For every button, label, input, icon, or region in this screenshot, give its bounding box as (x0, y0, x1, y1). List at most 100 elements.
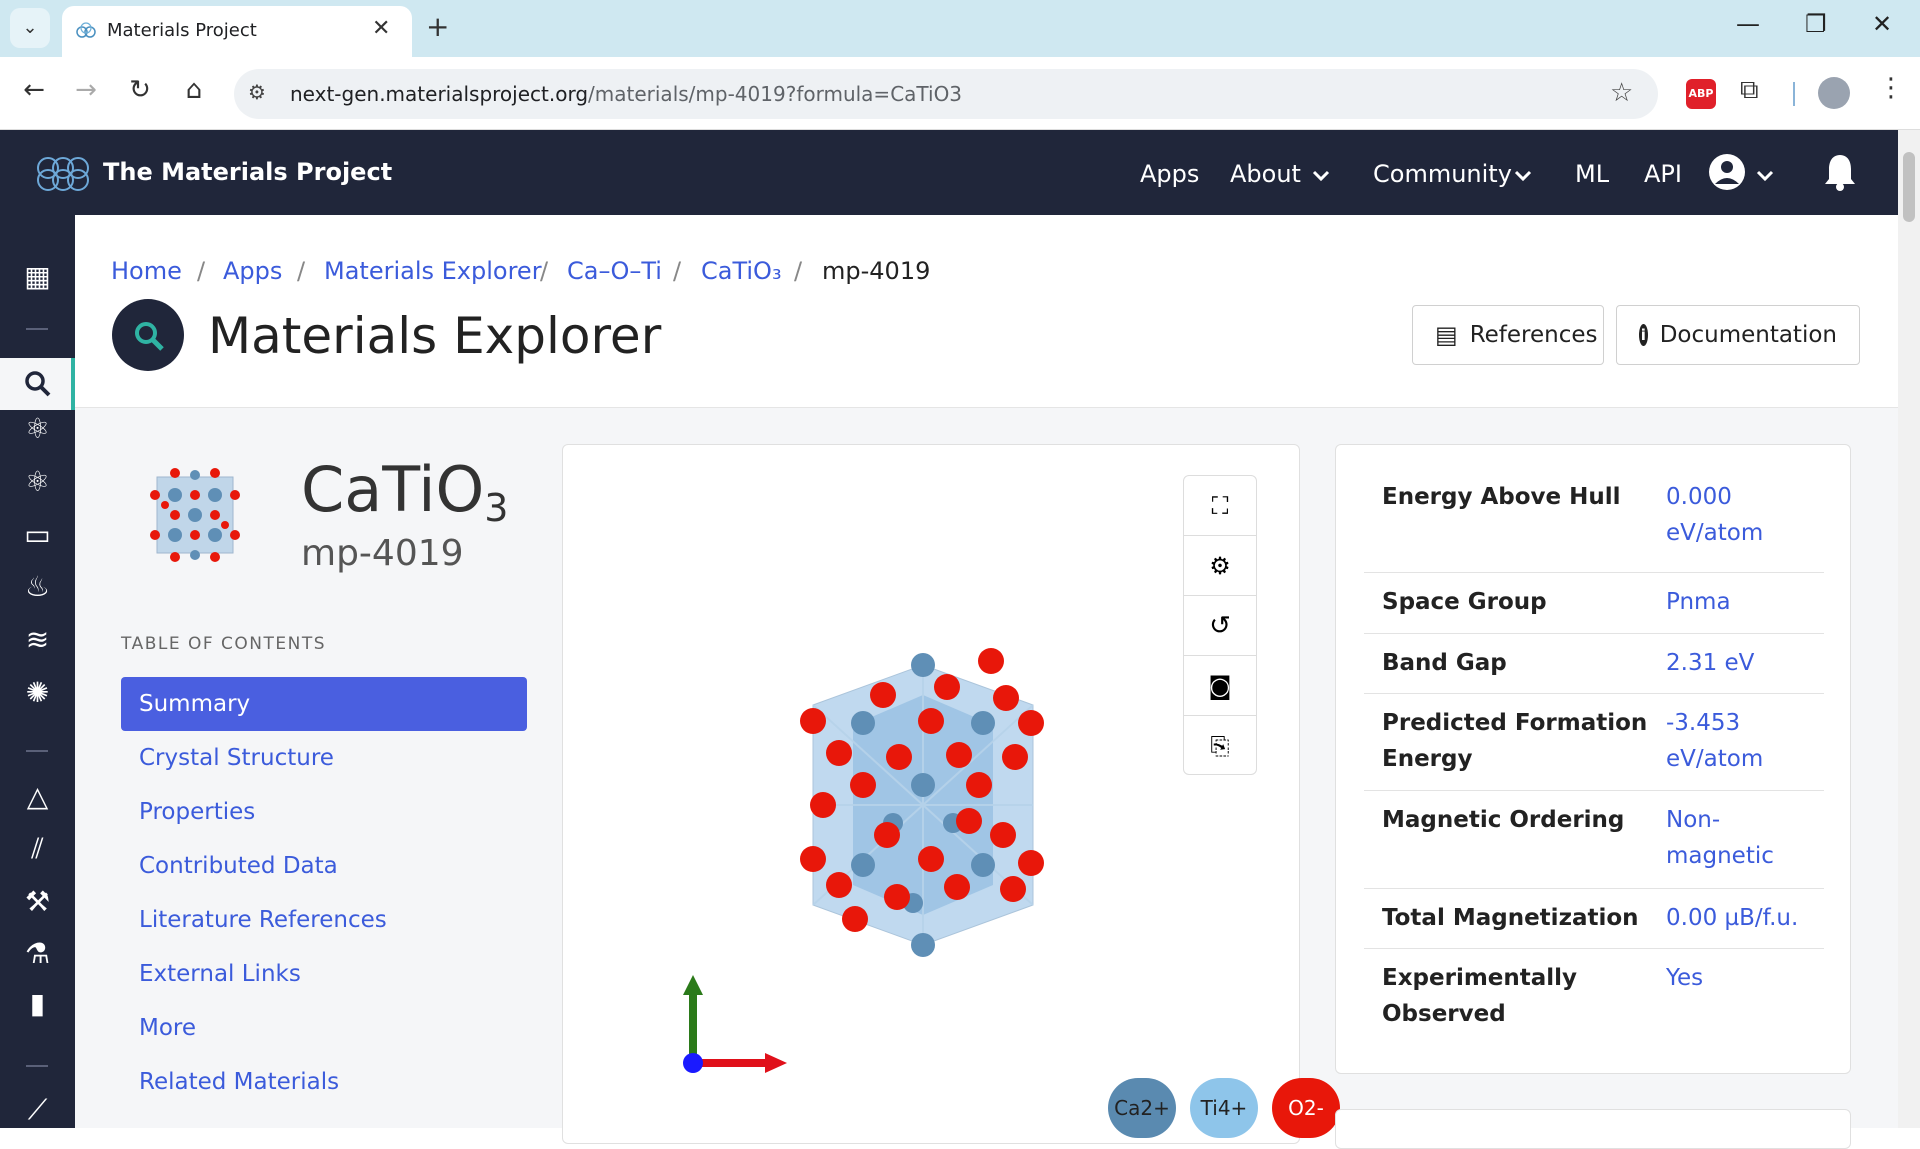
breadcrumb-formula[interactable]: CaTiO₃ (701, 257, 782, 285)
materials-explorer-badge (112, 299, 184, 371)
user-account-icon[interactable] (1708, 153, 1746, 191)
camera-icon: ◙ (1208, 671, 1232, 700)
scrollbar-thumb[interactable] (1903, 152, 1915, 222)
formula-main: CaTiO (301, 453, 485, 526)
toc-item-literature-references[interactable]: Literature References (121, 893, 527, 947)
documentation-button[interactable]: i Documentation (1616, 305, 1860, 365)
browser-tab-strip: ⌄ Materials Project ✕ + — ❐ ✕ (0, 0, 1920, 57)
toc-item-summary[interactable]: Summary (121, 677, 527, 731)
formula-subscript: 3 (484, 486, 509, 530)
address-bar[interactable]: ⚙ next-gen.materialsproject.org/material… (234, 69, 1658, 119)
references-button-label: References (1469, 322, 1598, 348)
toolbar-divider (1793, 82, 1795, 106)
toc-item-contributed-data[interactable]: Contributed Data (121, 839, 527, 893)
phase-diagram-icon[interactable]: △ (0, 780, 75, 813)
site-title[interactable]: The Materials Project (103, 158, 392, 186)
screenshot-button[interactable]: ◙ (1184, 656, 1256, 716)
toc-item-related-materials[interactable]: Related Materials (121, 1055, 527, 1109)
property-label: Magnetic Ordering (1382, 807, 1625, 833)
docs-panel-icon[interactable]: ▮ (0, 987, 75, 1020)
material-id: mp-4019 (301, 533, 464, 574)
documentation-button-label: Documentation (1659, 322, 1837, 348)
structure-icon[interactable]: ⚛ (0, 465, 75, 498)
notifications-bell-icon[interactable] (1822, 152, 1858, 192)
minimize-icon[interactable]: — (1736, 10, 1760, 38)
nav-about[interactable]: About (1230, 160, 1301, 188)
sidebar-item-materials-explorer[interactable] (0, 358, 75, 410)
page-title: Materials Explorer (208, 307, 662, 365)
close-tab-icon[interactable]: ✕ (372, 16, 390, 41)
toc-item-properties[interactable]: Properties (121, 785, 527, 839)
property-label: Total Magnetization (1382, 905, 1639, 931)
nav-apps[interactable]: Apps (1140, 160, 1199, 188)
property-value[interactable]: 2.31 eV (1666, 645, 1826, 681)
page-scrollbar[interactable] (1898, 130, 1920, 1128)
legend-o: O2- (1272, 1078, 1340, 1138)
catalyst-icon[interactable]: ♨ (0, 570, 75, 603)
secondary-card (1335, 1109, 1851, 1149)
breadcrumb-materials-explorer[interactable]: Materials Explorer (324, 257, 542, 285)
search-icon (25, 371, 51, 397)
fullscreen-button[interactable]: ⛶ (1184, 476, 1256, 536)
molecule-icon[interactable]: ⚛ (0, 412, 75, 445)
back-icon[interactable]: ← (16, 75, 52, 105)
export-button[interactable]: ⎘ (1184, 716, 1256, 776)
property-label: Predicted Formation Energy (1382, 710, 1648, 772)
breadcrumb-apps[interactable]: Apps (223, 257, 282, 285)
settings-button[interactable]: ⚙ (1184, 536, 1256, 596)
browser-tab[interactable]: Materials Project ✕ (62, 6, 412, 57)
nav-api[interactable]: API (1644, 160, 1682, 188)
chart-icon[interactable]: ⟋ (0, 1093, 75, 1127)
breadcrumb-separator: / (540, 257, 549, 285)
property-value[interactable]: Yes (1666, 960, 1826, 996)
property-value[interactable]: Pnma (1666, 584, 1826, 620)
toc-item-external-links[interactable]: External Links (121, 947, 527, 1001)
url-path: /materials/mp-4019?formula=CaTiO3 (588, 82, 963, 106)
forward-icon[interactable]: → (68, 75, 104, 105)
page-header: Home / Apps / Materials Explorer / Ca–O–… (75, 215, 1898, 408)
flask-icon[interactable]: ⚗ (0, 937, 75, 970)
home-icon[interactable]: ⌂ (176, 75, 212, 105)
battery-icon[interactable]: ▭ (0, 518, 75, 551)
reload-icon[interactable]: ↻ (122, 75, 158, 105)
toc-item-more[interactable]: More (121, 1001, 527, 1055)
property-label: Experimentally Observed (1382, 965, 1578, 1027)
extensions-icon[interactable]: ⧉ (1740, 75, 1759, 106)
restore-icon[interactable]: ❐ (1805, 10, 1827, 38)
undo-icon: ↺ (1209, 610, 1231, 641)
toc-item-crystal-structure[interactable]: Crystal Structure (121, 731, 527, 785)
property-value[interactable]: 0.00 µB/f.u. (1666, 900, 1846, 936)
crystal-structure-viewer[interactable]: ⛶ ⚙ ↺ ◙ ⎘ (562, 444, 1300, 1144)
breadcrumb-chemsys[interactable]: Ca–O–Ti (567, 257, 662, 285)
reset-view-button[interactable]: ↺ (1184, 596, 1256, 656)
property-value[interactable]: -3.453 eV/atom (1666, 705, 1826, 777)
browser-menu-icon[interactable]: ⋮ (1878, 73, 1904, 103)
new-tab-icon[interactable]: + (426, 10, 449, 43)
chevron-down-icon[interactable] (1756, 170, 1774, 182)
material-formula: CaTiO3 (301, 453, 508, 530)
breadcrumb-home[interactable]: Home (111, 257, 182, 285)
adblock-extension-icon[interactable]: ABP (1686, 79, 1716, 109)
property-value[interactable]: 0.000 eV/atom (1666, 479, 1826, 551)
references-button[interactable]: ▤ References (1412, 305, 1604, 365)
pourbaix-icon[interactable]: ⫽ (0, 832, 75, 866)
materials-project-logo-icon[interactable] (34, 150, 92, 196)
profile-avatar-icon[interactable] (1818, 77, 1850, 109)
property-row: Magnetic Ordering Non-magnetic (1364, 791, 1824, 889)
site-info-icon[interactable]: ⚙ (248, 80, 266, 104)
chevron-down-icon[interactable] (1514, 170, 1532, 182)
window-close-icon[interactable]: ✕ (1872, 10, 1892, 38)
breadcrumb-separator: / (297, 257, 306, 285)
tab-search-button[interactable]: ⌄ (10, 8, 50, 48)
tools-icon[interactable]: ⚒ (0, 885, 75, 918)
crystal-structure-render[interactable] (763, 645, 1083, 985)
nav-community[interactable]: Community (1373, 160, 1512, 188)
surface-icon[interactable]: ≋ (0, 623, 75, 656)
nav-ml[interactable]: ML (1575, 160, 1609, 188)
bookmark-star-icon[interactable]: ☆ (1610, 78, 1633, 108)
chevron-down-icon[interactable] (1312, 170, 1330, 182)
nanoporous-icon[interactable]: ✺ (0, 676, 75, 709)
apps-grid-icon[interactable]: ▦ (0, 260, 75, 293)
property-value[interactable]: Non-magnetic (1666, 802, 1826, 874)
property-row: Experimentally Observed Yes (1364, 949, 1824, 1045)
